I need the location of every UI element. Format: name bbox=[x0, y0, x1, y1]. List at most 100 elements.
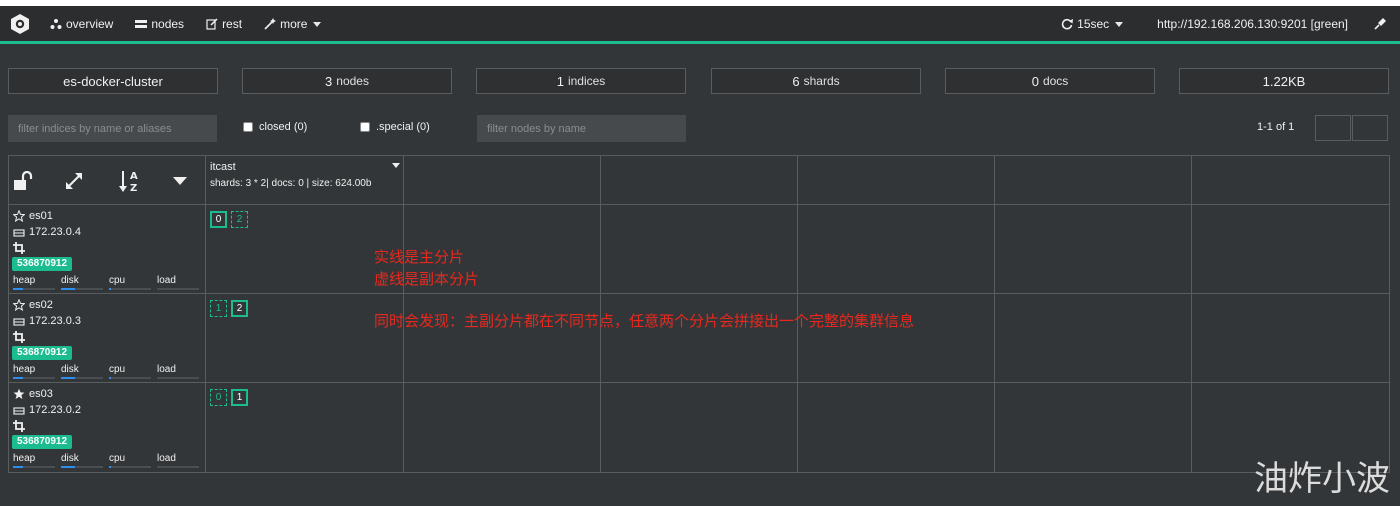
nav-overview-label: overview bbox=[66, 17, 114, 31]
pager-text: 1-1 of 1 bbox=[1257, 121, 1295, 133]
total-size: 1.22KB bbox=[1262, 73, 1306, 89]
load-bar bbox=[157, 288, 199, 290]
index-name[interactable]: itcast bbox=[210, 161, 236, 173]
refresh-icon bbox=[1061, 18, 1074, 30]
special-checkbox[interactable]: .special (0) bbox=[360, 121, 430, 133]
node-row: es03 172.23.0.2 536870912 heap disk cpu … bbox=[9, 382, 205, 472]
metric-cpu: cpu bbox=[109, 453, 126, 464]
stat-cluster-name: es-docker-cluster bbox=[8, 68, 218, 94]
server-icon bbox=[135, 18, 148, 30]
connection-url[interactable]: http://192.168.206.130:9201 [green] bbox=[1157, 17, 1348, 31]
options-dropdown[interactable] bbox=[167, 168, 193, 194]
shard-replica[interactable]: 2 bbox=[231, 211, 248, 228]
disk-bar-fill bbox=[61, 377, 75, 379]
stat-indices: 1 indices bbox=[476, 68, 686, 94]
shard-primary[interactable]: 0 bbox=[210, 211, 227, 228]
app-logo-icon[interactable] bbox=[8, 12, 32, 36]
star-outline-icon bbox=[13, 299, 25, 311]
expand-icon bbox=[66, 173, 82, 189]
cpu-bar bbox=[109, 288, 151, 290]
sort-az-icon: AZ bbox=[119, 171, 138, 193]
index-menu-caret-icon[interactable] bbox=[392, 163, 400, 168]
stat-size: 1.22KB bbox=[1179, 68, 1389, 94]
nodes-count: 3 bbox=[325, 73, 333, 89]
cpu-bar-fill bbox=[109, 377, 111, 379]
pin-icon bbox=[1374, 18, 1386, 30]
node-ip-text: 172.23.0.3 bbox=[29, 315, 81, 327]
caret-down-icon bbox=[173, 177, 187, 185]
metric-heap: heap bbox=[13, 364, 36, 375]
nav-overview[interactable]: overview bbox=[50, 17, 113, 31]
nav-rest[interactable]: rest bbox=[206, 17, 242, 31]
heap-bar bbox=[13, 288, 55, 290]
node-badge: 536870912 bbox=[12, 257, 73, 271]
shard-primary[interactable]: 2 bbox=[231, 300, 248, 317]
wand-icon bbox=[264, 18, 277, 30]
sort-az-button[interactable]: AZ bbox=[117, 168, 143, 194]
annotation-distribution-note: 同时会发现：主副分片都在不同节点，任意两个分片会拼接出一个完整的集群信息 bbox=[374, 312, 915, 330]
pin-button[interactable] bbox=[1374, 18, 1390, 30]
node-ip: 172.23.0.3 bbox=[13, 315, 81, 327]
nav-more[interactable]: more bbox=[264, 17, 322, 31]
node-ip-text: 172.23.0.2 bbox=[29, 404, 81, 416]
disk-bar-fill bbox=[61, 288, 75, 290]
node-name[interactable]: es01 bbox=[13, 210, 53, 222]
disk-bar-fill bbox=[61, 466, 75, 468]
expand-button[interactable] bbox=[61, 168, 87, 194]
annotation-primary-note: 实线是主分片 bbox=[374, 248, 465, 266]
node-name-text: es02 bbox=[29, 299, 53, 311]
docs-unit: docs bbox=[1042, 74, 1069, 88]
nav-nodes-label: nodes bbox=[151, 17, 185, 31]
dashboard-icon bbox=[50, 18, 62, 30]
grid-hline bbox=[9, 204, 1389, 205]
shard-replica[interactable]: 0 bbox=[210, 389, 227, 406]
metric-load: load bbox=[157, 453, 176, 464]
watermark-text: 油炸小波 bbox=[1254, 459, 1390, 499]
star-filled-icon bbox=[13, 388, 25, 400]
hdd-icon bbox=[13, 315, 25, 327]
node-name-text: es01 bbox=[29, 210, 53, 222]
shard-primary[interactable]: 1 bbox=[231, 389, 248, 406]
disk-bar bbox=[61, 377, 103, 379]
navbar-accent-line bbox=[0, 41, 1400, 44]
load-bar bbox=[157, 466, 199, 468]
shards-unit: shards bbox=[803, 74, 840, 88]
indices-unit: indices bbox=[567, 74, 606, 88]
refresh-dropdown[interactable]: 15sec bbox=[1061, 17, 1124, 31]
stat-docs: 0 docs bbox=[945, 68, 1155, 94]
closed-checkbox-box[interactable] bbox=[243, 122, 253, 132]
closed-checkbox-label: closed (0) bbox=[259, 121, 308, 133]
special-checkbox-label: .special (0) bbox=[376, 121, 430, 133]
closed-checkbox[interactable]: closed (0) bbox=[243, 121, 307, 133]
node-badge: 536870912 bbox=[12, 346, 73, 360]
filter-nodes-input[interactable] bbox=[477, 115, 686, 142]
nodes-unit: nodes bbox=[336, 74, 369, 88]
chevron-down-icon bbox=[1115, 21, 1124, 27]
indices-count: 1 bbox=[556, 73, 564, 89]
metric-cpu: cpu bbox=[109, 275, 126, 286]
filter-indices-input[interactable] bbox=[8, 115, 217, 142]
shard-replica[interactable]: 1 bbox=[210, 300, 227, 317]
pager-next-button[interactable] bbox=[1352, 115, 1388, 141]
metric-disk: disk bbox=[61, 453, 79, 464]
metric-disk: disk bbox=[61, 364, 79, 375]
cpu-bar bbox=[109, 377, 151, 379]
node-row: es01 172.23.0.4 536870912 heap disk cpu … bbox=[9, 204, 205, 293]
nav-rest-label: rest bbox=[222, 17, 243, 31]
unlock-button[interactable] bbox=[11, 168, 37, 194]
hdd-icon bbox=[13, 226, 25, 238]
annotation-replica-note: 虚线是副本分片 bbox=[374, 270, 480, 288]
nav-nodes[interactable]: nodes bbox=[135, 17, 184, 31]
node-name[interactable]: es02 bbox=[13, 299, 53, 311]
special-checkbox-box[interactable] bbox=[360, 122, 370, 132]
filter-bar: closed (0) .special (0) 1-1 of 1 bbox=[8, 115, 1392, 143]
pager-prev-button[interactable] bbox=[1315, 115, 1351, 141]
node-name[interactable]: es03 bbox=[13, 388, 53, 400]
heap-bar-fill bbox=[13, 466, 23, 468]
node-row: es02 172.23.0.3 536870912 heap disk cpu … bbox=[9, 293, 205, 382]
heap-bar bbox=[13, 377, 55, 379]
disk-bar bbox=[61, 466, 103, 468]
nav-more-label: more bbox=[280, 17, 308, 31]
star-outline-icon bbox=[13, 210, 25, 222]
metric-heap: heap bbox=[13, 453, 36, 464]
